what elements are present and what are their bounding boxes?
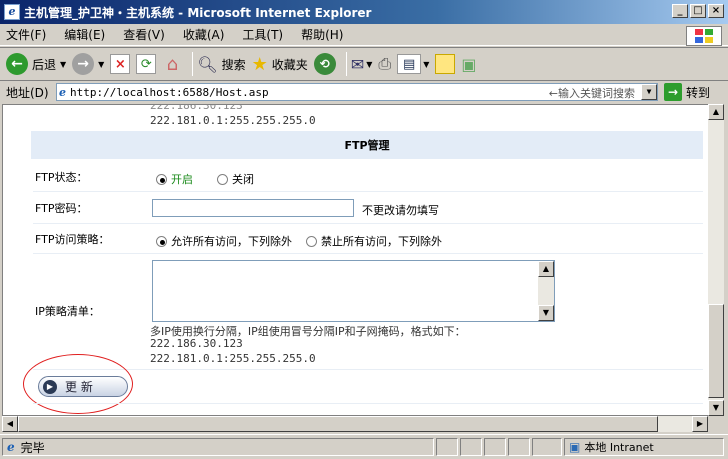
address-hint: ←输入关键词搜索 <box>548 87 635 100</box>
ip-list-textarea[interactable]: ▲ ▼ <box>152 260 555 322</box>
search-label: 搜索 <box>221 57 246 72</box>
status-off-label: 关闭 <box>232 173 254 186</box>
favorites-button[interactable]: ★ 收藏夹 <box>252 54 308 75</box>
menu-bar: 文件(F) 编辑(E) 查看(V) 收藏(A) 工具(T) 帮助(H) <box>0 24 728 46</box>
section-title: FTP管理 <box>344 139 390 152</box>
section-header: FTP管理 <box>31 131 703 159</box>
address-dropdown-icon[interactable]: ▼ <box>641 84 657 100</box>
window-title-bar: e 主机管理_护卫神・主机系统 - Microsoft Internet Exp… <box>0 0 728 24</box>
textarea-scrollbar[interactable]: ▲ ▼ <box>538 261 554 321</box>
ftp-status-label: FTP状态： <box>35 171 88 184</box>
page-icon: e <box>59 85 66 99</box>
note-icon <box>435 54 456 74</box>
menu-favorites[interactable]: 收藏(A) <box>183 26 225 43</box>
intranet-zone-icon: ▣ <box>569 440 581 454</box>
policy-allow-label: 允许所有访问，下列除外 <box>171 235 292 248</box>
back-button[interactable]: ← 后退 ▼ <box>6 53 66 75</box>
ftp-password-input[interactable] <box>152 199 354 217</box>
ip-example-partial: 222.186.30.123 <box>150 104 243 112</box>
stop-icon: × <box>110 54 131 74</box>
edit-page-icon: ▤ <box>397 54 422 74</box>
scroll-thumb[interactable] <box>708 304 724 398</box>
close-window-button[interactable]: × <box>708 4 724 18</box>
maximize-button[interactable]: □ <box>690 4 706 18</box>
home-icon: ⌂ <box>166 53 179 75</box>
status-text: 完毕 <box>20 440 45 455</box>
history-icon: ⟲ <box>313 53 336 75</box>
horizontal-scrollbar[interactable]: ◀ ▶ <box>2 416 708 432</box>
forward-arrow-icon: → <box>72 53 95 75</box>
windows-flag-icon <box>686 26 722 46</box>
policy-allow-radio[interactable] <box>156 235 167 247</box>
status-on-label: 开启 <box>171 173 193 186</box>
address-label: 地址(D) <box>6 85 49 100</box>
status-page-icon: e <box>7 440 15 454</box>
mail-icon: ✉ <box>350 54 365 74</box>
policy-deny-radio[interactable] <box>306 235 317 247</box>
refresh-button[interactable]: ⟳ <box>136 54 157 74</box>
ip-example-2: 222.181.0.1:255.255.255.0 <box>150 352 316 365</box>
scroll-right-icon[interactable]: ▶ <box>692 416 708 432</box>
history-button[interactable]: ⟲ <box>313 53 336 75</box>
menu-edit[interactable]: 编辑(E) <box>64 26 105 43</box>
hscroll-thumb[interactable] <box>18 416 658 432</box>
address-input[interactable]: e http://localhost:6588/Host.asp ←输入关键词搜… <box>56 83 658 101</box>
back-arrow-icon: ← <box>6 53 28 75</box>
stop-button[interactable]: × <box>110 54 131 74</box>
scroll-down-icon[interactable]: ▼ <box>708 400 724 416</box>
star-icon: ★ <box>251 53 268 75</box>
red-annotation-circle <box>23 354 133 414</box>
ie-logo-icon: e <box>4 4 20 20</box>
edit-button[interactable]: ▤ ▼ <box>397 54 429 74</box>
status-on-radio[interactable] <box>156 173 167 185</box>
print-button[interactable]: ⎙ <box>378 54 391 74</box>
research-button[interactable]: ▣ <box>461 55 476 74</box>
search-icon: 🔍︎ <box>197 54 218 74</box>
search-button[interactable]: 🔍︎ 搜索 <box>197 55 245 74</box>
ftp-password-label: FTP密码： <box>35 202 88 215</box>
back-label: 后退 <box>32 57 57 72</box>
scroll-up-icon[interactable]: ▲ <box>708 104 724 120</box>
window-title: 主机管理_护卫神・主机系统 - Microsoft Internet Explo… <box>24 5 372 20</box>
go-label: 转到 <box>686 85 711 100</box>
menu-file[interactable]: 文件(F) <box>6 26 46 43</box>
ip-example-line: 222.181.0.1:255.255.255.0 <box>150 114 316 127</box>
address-bar: 地址(D) e http://localhost:6588/Host.asp ←… <box>0 81 728 103</box>
toolbar: ← 后退 ▼ → ▼ × ⟳ ⌂ 🔍︎ 搜索 ★ 收藏夹 ⟲ ✉ ▼ ⎙ ▤ ▼… <box>0 47 728 81</box>
page-content: 222.186.30.123 222.181.0.1:255.255.255.0… <box>2 104 708 416</box>
minimize-button[interactable]: _ <box>672 4 688 18</box>
menu-help[interactable]: 帮助(H) <box>301 26 343 43</box>
ip-example-1: 222.186.30.123 <box>150 337 243 350</box>
discuss-button[interactable] <box>435 54 456 74</box>
status-bar: e 完毕 ▣ 本地 Intranet <box>0 434 728 459</box>
menu-tools[interactable]: 工具(T) <box>242 26 283 43</box>
favorites-label: 收藏夹 <box>271 57 308 72</box>
mail-button[interactable]: ✉ ▼ <box>351 55 373 74</box>
ip-list-label: IP策略清单： <box>35 305 100 318</box>
forward-button[interactable]: → ▼ <box>72 53 104 75</box>
go-button[interactable]: → 转到 <box>664 83 710 101</box>
home-button[interactable]: ⌂ <box>162 53 182 75</box>
menu-view[interactable]: 查看(V) <box>123 26 165 43</box>
back-dropdown-icon[interactable]: ▼ <box>60 60 66 69</box>
policy-deny-label: 禁止所有访问，下列除外 <box>321 235 442 248</box>
password-hint: 不更改请勿填写 <box>362 204 439 217</box>
address-url: http://localhost:6588/Host.asp <box>70 85 269 99</box>
vertical-scrollbar[interactable]: ▲ ▼ <box>708 104 724 416</box>
refresh-icon: ⟳ <box>136 54 157 74</box>
printer-icon: ⎙ <box>378 54 392 73</box>
go-arrow-icon: → <box>664 83 682 101</box>
research-icon: ▣ <box>461 54 477 74</box>
status-off-radio[interactable] <box>217 173 228 185</box>
access-policy-label: FTP访问策略： <box>35 233 110 246</box>
forward-dropdown-icon[interactable]: ▼ <box>98 60 104 69</box>
zone-text: 本地 Intranet <box>584 441 654 454</box>
scroll-left-icon[interactable]: ◀ <box>2 416 18 432</box>
